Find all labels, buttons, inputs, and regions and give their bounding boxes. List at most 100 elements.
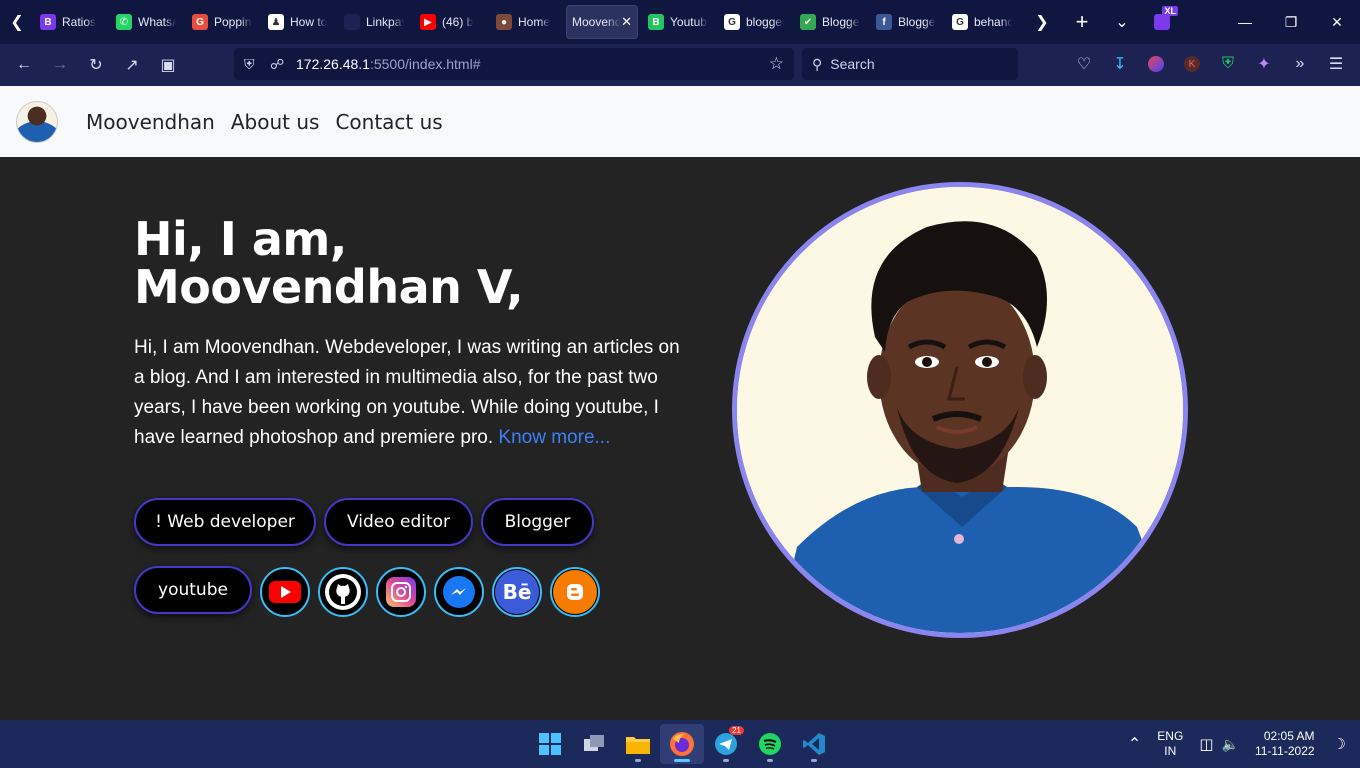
browser-tab[interactable]: ● Home bbox=[490, 5, 562, 39]
page-info-icon[interactable]: ☍ bbox=[270, 56, 296, 73]
menu-icon[interactable]: ☰ bbox=[1318, 48, 1354, 80]
browser-tab[interactable]: G Poppins bbox=[186, 5, 258, 39]
know-more-link[interactable]: Know more... bbox=[498, 427, 610, 448]
tab-favicon-icon: G bbox=[952, 14, 968, 30]
browser-tab[interactable]: f Blogger bbox=[870, 5, 942, 39]
windows-taskbar: 21 ⌃ ENG IN ◫ 🔈 02:05 AM 11-11-2022 ☽ bbox=[0, 720, 1360, 768]
nav-brand-link[interactable]: Moovendhan bbox=[86, 110, 215, 134]
shield-icon[interactable]: ⛨ bbox=[244, 56, 270, 73]
nav-contact-link[interactable]: Contact us bbox=[335, 110, 442, 134]
tab-favicon-icon: G bbox=[724, 14, 740, 30]
tab-scroll-left-icon[interactable]: ❮ bbox=[0, 0, 34, 44]
start-button[interactable] bbox=[528, 724, 572, 764]
hero-heading: Hi, I am, Moovendhan V, bbox=[134, 215, 654, 311]
screenshot-icon[interactable]: ▣ bbox=[150, 49, 186, 81]
file-explorer-button[interactable] bbox=[616, 724, 660, 764]
skill-youtube-button[interactable]: youtube bbox=[134, 566, 252, 614]
browser-tab[interactable]: B Youtube bbox=[642, 5, 714, 39]
search-input[interactable]: ⚲ Search bbox=[802, 48, 1018, 80]
skill-web-developer-button[interactable]: ! Web developer bbox=[134, 498, 316, 546]
browser-tab[interactable]: Linkpays - bbox=[338, 5, 410, 39]
browser-tab[interactable]: ▶ (46) b bbox=[414, 5, 486, 39]
pocket-icon[interactable]: ♡ bbox=[1066, 48, 1102, 80]
system-tray: ⌃ ENG IN ◫ 🔈 02:05 AM 11-11-2022 ☽ bbox=[1120, 720, 1360, 768]
tab-favicon-icon: ♟ bbox=[268, 14, 284, 30]
tab-label: blogger bbox=[746, 15, 784, 29]
firefox-icon bbox=[670, 732, 694, 756]
tab-favicon-icon bbox=[344, 14, 360, 30]
browser-tab[interactable]: ♟ How to bbox=[262, 5, 334, 39]
clock-time: 02:05 AM bbox=[1263, 729, 1315, 743]
tab-favicon-icon: ✔ bbox=[800, 14, 816, 30]
tab-label: How to bbox=[290, 15, 328, 29]
hero-heading-line2: Moovendhan V, bbox=[134, 260, 524, 314]
clock[interactable]: 02:05 AM 11-11-2022 bbox=[1255, 729, 1315, 759]
task-view-button[interactable] bbox=[572, 724, 616, 764]
blogger-link[interactable] bbox=[550, 567, 600, 617]
share-icon[interactable]: ↗ bbox=[114, 49, 150, 81]
telegram-button[interactable]: 21 bbox=[704, 724, 748, 764]
tab-label: Home bbox=[518, 15, 551, 29]
k-extension-icon[interactable]: K bbox=[1174, 48, 1210, 80]
behance-icon: Bē bbox=[495, 570, 539, 614]
spotify-button[interactable] bbox=[748, 724, 792, 764]
tab-favicon-icon: f bbox=[876, 14, 892, 30]
github-icon bbox=[325, 574, 361, 610]
extension-badge: XL bbox=[1162, 6, 1178, 16]
forward-button[interactable]: → bbox=[42, 49, 78, 81]
language-indicator[interactable]: ENG IN bbox=[1157, 729, 1183, 759]
restore-button[interactable]: ❐ bbox=[1268, 0, 1314, 44]
tab-label: Poppins bbox=[214, 15, 252, 29]
instagram-link[interactable] bbox=[376, 567, 426, 617]
back-button[interactable]: ← bbox=[6, 49, 42, 81]
behance-link[interactable]: Bē bbox=[492, 567, 542, 617]
tab-label: (46) b bbox=[442, 15, 474, 29]
list-all-tabs-button[interactable]: ⌄ bbox=[1102, 0, 1142, 44]
reload-button[interactable]: ↻ bbox=[78, 49, 114, 81]
tab-favicon-icon: ▶ bbox=[420, 14, 436, 30]
browser-tab[interactable]: ✔ Blogger bbox=[794, 5, 866, 39]
volume-icon[interactable]: 🔈 bbox=[1222, 736, 1239, 753]
close-tab-icon[interactable]: ✕ bbox=[621, 14, 632, 30]
adblock-shield-icon[interactable]: ⛨ bbox=[1210, 48, 1246, 80]
profile-extension-icon[interactable] bbox=[1138, 48, 1174, 80]
minimize-button[interactable]: — bbox=[1222, 0, 1268, 44]
network-icon[interactable]: ◫ bbox=[1199, 735, 1213, 753]
close-window-button[interactable]: ✕ bbox=[1314, 0, 1360, 44]
skill-video-editor-button[interactable]: Video editor bbox=[324, 498, 473, 546]
browser-tab[interactable]: B Ratios bbox=[34, 5, 106, 39]
new-tab-button[interactable]: + bbox=[1062, 0, 1102, 44]
tab-label: Moovendhan bbox=[572, 15, 622, 29]
tab-label: WhatsApp bbox=[138, 15, 176, 29]
tab-scroll-right-icon[interactable]: ❯ bbox=[1022, 0, 1062, 44]
tab-label: Linkpays - bbox=[366, 15, 404, 29]
profile-avatar[interactable] bbox=[16, 100, 58, 143]
nav-about-link[interactable]: About us bbox=[231, 110, 320, 134]
active-indicator bbox=[674, 759, 690, 762]
url-path: :5500/index.html# bbox=[369, 56, 481, 72]
github-link[interactable] bbox=[318, 567, 368, 617]
windows-icon bbox=[539, 733, 561, 755]
more-tools-icon[interactable]: » bbox=[1282, 48, 1318, 80]
browser-tab[interactable]: Moovendhan✕ bbox=[566, 5, 638, 39]
vscode-button[interactable] bbox=[792, 724, 836, 764]
focus-assist-icon[interactable]: ☽ bbox=[1333, 735, 1346, 753]
purple-extension-icon[interactable]: ✦ bbox=[1246, 48, 1282, 80]
browser-tab[interactable]: ✆ WhatsApp bbox=[110, 5, 182, 39]
firefox-button[interactable] bbox=[660, 724, 704, 764]
messenger-link[interactable] bbox=[434, 567, 484, 617]
browser-tab[interactable]: Gblogger bbox=[718, 5, 790, 39]
url-bar[interactable]: ⛨ ☍ 172.26.48.1:5500/index.html# ☆ bbox=[234, 48, 794, 80]
youtube-link[interactable] bbox=[260, 567, 310, 617]
lang-region: IN bbox=[1164, 744, 1177, 758]
browser-tab[interactable]: Gbehance bbox=[946, 5, 1018, 39]
bookmark-star-icon[interactable]: ☆ bbox=[769, 54, 784, 74]
downloads-icon[interactable]: ↧ bbox=[1102, 48, 1138, 80]
extension-xl-icon[interactable]: XL bbox=[1142, 0, 1182, 44]
telegram-unread-badge: 21 bbox=[729, 726, 744, 735]
show-hidden-icons-button[interactable]: ⌃ bbox=[1128, 734, 1141, 754]
hero-section: Hi, I am, Moovendhan V, Hi, I am Moovend… bbox=[0, 157, 1360, 720]
running-indicator bbox=[811, 759, 817, 762]
skill-blogger-button[interactable]: Blogger bbox=[481, 498, 594, 546]
tab-label: Blogger bbox=[898, 15, 936, 29]
